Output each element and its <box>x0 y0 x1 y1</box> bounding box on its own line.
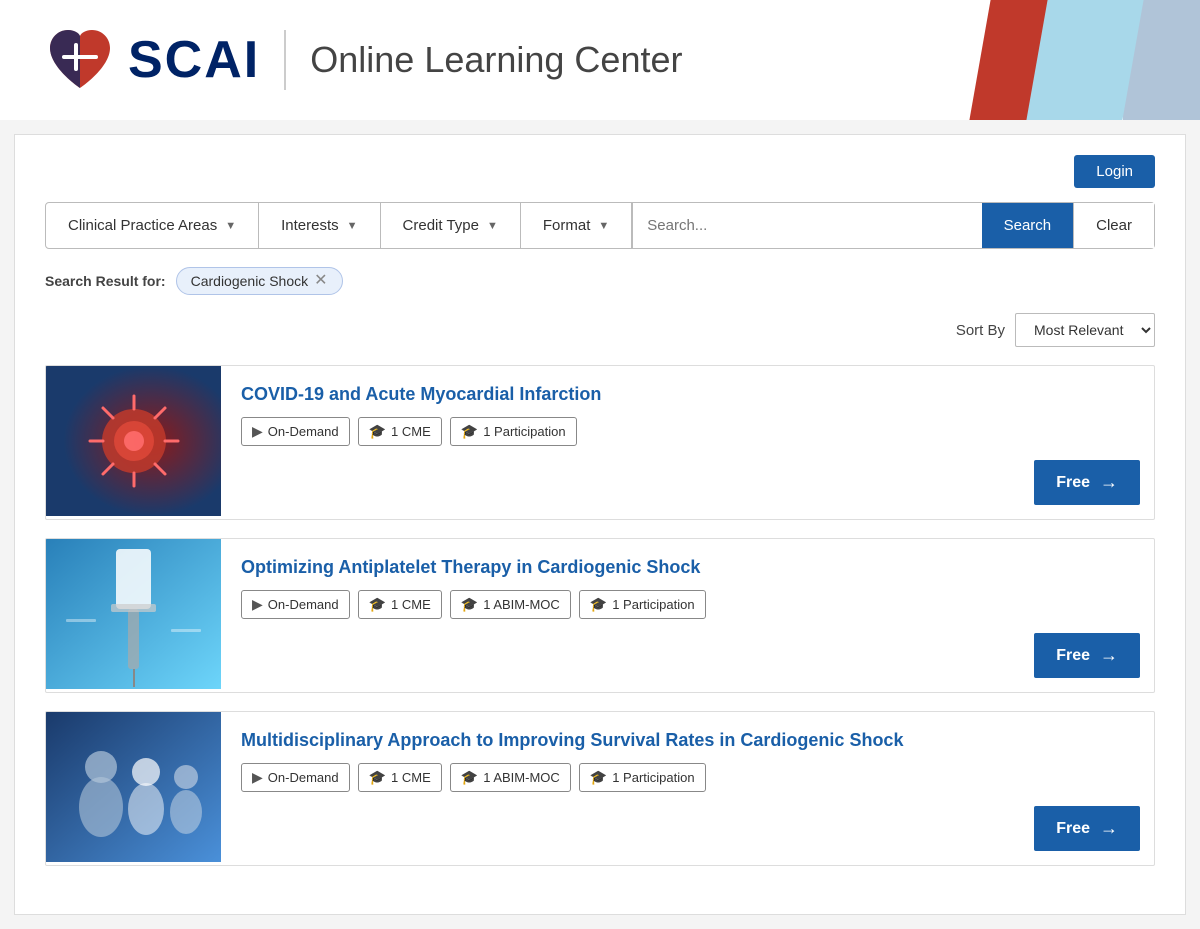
course-tag: ▶ On-Demand <box>241 763 350 792</box>
filter-bar: Clinical Practice Areas ▼ Interests ▼ Cr… <box>45 202 1155 249</box>
scai-text: SCAI <box>128 30 260 90</box>
tag-label: 1 ABIM-MOC <box>483 597 560 612</box>
courses-list: COVID-19 and Acute Myocardial Infarction… <box>45 365 1155 866</box>
search-button[interactable]: Search <box>982 203 1074 248</box>
free-button[interactable]: Free → <box>1034 460 1140 505</box>
login-button[interactable]: Login <box>1074 155 1155 188</box>
course-thumbnail <box>46 539 221 689</box>
interests-chevron-icon: ▼ <box>347 220 358 232</box>
search-result-label: Search Result for: <box>45 273 166 289</box>
format-label: Format <box>543 217 591 234</box>
course-card: Optimizing Antiplatelet Therapy in Cardi… <box>45 538 1155 693</box>
tag-label: 1 CME <box>391 424 431 439</box>
credit-type-label: Credit Type <box>403 217 479 234</box>
course-body: Optimizing Antiplatelet Therapy in Cardi… <box>221 539 1154 633</box>
search-result-row: Search Result for: Cardiogenic Shock ✕ <box>45 267 1155 295</box>
tag-label: 1 Participation <box>483 424 565 439</box>
course-tags: ▶ On-Demand 🎓 1 CME 🎓 1 Participation <box>241 417 1134 446</box>
course-title[interactable]: Multidisciplinary Approach to Improving … <box>241 730 1134 751</box>
credit-chevron-icon: ▼ <box>487 220 498 232</box>
main-content: Login Clinical Practice Areas ▼ Interest… <box>14 134 1186 915</box>
clinical-label: Clinical Practice Areas <box>68 217 217 234</box>
scai-logo: SCAI <box>40 20 260 100</box>
course-thumbnail <box>46 712 221 862</box>
course-tag: 🎓 1 Participation <box>450 417 577 446</box>
header-decoration <box>980 0 1200 120</box>
clinical-chevron-icon: ▼ <box>225 220 236 232</box>
course-title[interactable]: Optimizing Antiplatelet Therapy in Cardi… <box>241 557 1134 578</box>
arrow-icon: → <box>1100 645 1118 666</box>
course-body: Multidisciplinary Approach to Improving … <box>221 712 1154 806</box>
tag-icon: ▶ <box>252 769 263 786</box>
tag-icon: 🎓 <box>369 769 386 786</box>
course-action: Free → <box>1034 806 1154 865</box>
tag-icon: 🎓 <box>369 596 386 613</box>
course-tag: 🎓 1 Participation <box>579 590 706 619</box>
course-tag: 🎓 1 ABIM-MOC <box>450 590 571 619</box>
course-tag: 🎓 1 ABIM-MOC <box>450 763 571 792</box>
course-body: COVID-19 and Acute Myocardial Infarction… <box>221 366 1154 460</box>
course-tags: ▶ On-Demand 🎓 1 CME 🎓 1 ABIM-MOC 🎓 1 Par… <box>241 590 1134 619</box>
search-area: Search Clear <box>632 203 1154 248</box>
tag-icon: 🎓 <box>461 596 478 613</box>
sort-select[interactable]: Most Relevant <box>1015 313 1155 347</box>
search-tag-text: Cardiogenic Shock <box>191 273 309 289</box>
credit-type-filter[interactable]: Credit Type ▼ <box>381 203 521 248</box>
clinical-practice-areas-filter[interactable]: Clinical Practice Areas ▼ <box>46 203 259 248</box>
tag-label: 1 Participation <box>612 597 694 612</box>
course-tag: 🎓 1 Participation <box>579 763 706 792</box>
tag-label: 1 Participation <box>612 770 694 785</box>
course-action: Free → <box>1034 633 1154 692</box>
format-chevron-icon: ▼ <box>598 220 609 232</box>
header-logo: SCAI Online Learning Center <box>40 20 682 100</box>
course-title[interactable]: COVID-19 and Acute Myocardial Infarction <box>241 384 1134 405</box>
arrow-icon: → <box>1100 818 1118 839</box>
course-tag: ▶ On-Demand <box>241 417 350 446</box>
tag-icon: 🎓 <box>461 423 478 440</box>
course-card: Multidisciplinary Approach to Improving … <box>45 711 1155 866</box>
tag-label: 1 CME <box>391 770 431 785</box>
tag-label: 1 CME <box>391 597 431 612</box>
tag-icon: 🎓 <box>590 596 607 613</box>
interests-label: Interests <box>281 217 339 234</box>
free-button[interactable]: Free → <box>1034 633 1140 678</box>
course-tag: 🎓 1 CME <box>358 590 442 619</box>
course-tag: 🎓 1 CME <box>358 417 442 446</box>
search-tag[interactable]: Cardiogenic Shock ✕ <box>176 267 343 295</box>
arrow-icon: → <box>1100 472 1118 493</box>
tag-icon: ▶ <box>252 596 263 613</box>
tag-icon: 🎓 <box>461 769 478 786</box>
free-button[interactable]: Free → <box>1034 806 1140 851</box>
course-tag: 🎓 1 CME <box>358 763 442 792</box>
interests-filter[interactable]: Interests ▼ <box>259 203 380 248</box>
site-header: SCAI Online Learning Center <box>0 0 1200 120</box>
logo-divider <box>284 30 286 90</box>
course-tags: ▶ On-Demand 🎓 1 CME 🎓 1 ABIM-MOC 🎓 1 Par… <box>241 763 1134 792</box>
scai-icon <box>40 20 120 100</box>
sort-label: Sort By <box>956 322 1005 339</box>
course-action: Free → <box>1034 460 1154 519</box>
format-filter[interactable]: Format ▼ <box>521 203 632 248</box>
course-thumbnail <box>46 366 221 516</box>
tag-label: On-Demand <box>268 424 339 439</box>
sort-bar: Sort By Most Relevant <box>45 313 1155 347</box>
search-input[interactable] <box>633 203 981 248</box>
clear-button[interactable]: Clear <box>1073 203 1154 248</box>
tag-icon: 🎓 <box>590 769 607 786</box>
tag-label: 1 ABIM-MOC <box>483 770 560 785</box>
tag-icon: ▶ <box>252 423 263 440</box>
top-bar: Login <box>45 155 1155 188</box>
tag-label: On-Demand <box>268 770 339 785</box>
free-label: Free <box>1056 474 1090 492</box>
olc-text: Online Learning Center <box>310 39 682 81</box>
free-label: Free <box>1056 820 1090 838</box>
course-card: COVID-19 and Acute Myocardial Infarction… <box>45 365 1155 520</box>
free-label: Free <box>1056 647 1090 665</box>
close-icon[interactable]: ✕ <box>314 273 327 289</box>
course-tag: ▶ On-Demand <box>241 590 350 619</box>
tag-icon: 🎓 <box>369 423 386 440</box>
tag-label: On-Demand <box>268 597 339 612</box>
